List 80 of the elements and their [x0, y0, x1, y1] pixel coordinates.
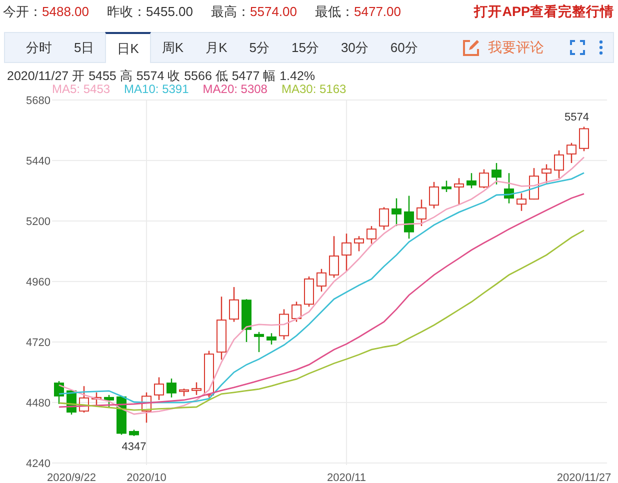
stat-label: 昨收：	[107, 4, 146, 19]
fullscreen-icon[interactable]	[570, 40, 585, 55]
candlestick	[79, 386, 89, 413]
candlestick	[342, 234, 352, 272]
period-tab[interactable]: 日K	[105, 32, 151, 63]
candlestick	[542, 164, 552, 184]
candlestick	[466, 173, 476, 188]
candlestick	[379, 207, 389, 230]
candle-info: 2020/11/27 开 5455 高 5574 收 5566 低 5477 幅 1.42%	[6, 68, 316, 83]
candlestick	[254, 332, 264, 352]
ma-legend: MA20: 5308	[202, 83, 268, 96]
period-tab[interactable]: 5日	[63, 32, 106, 61]
stat-value: 5488.00	[42, 4, 89, 19]
candlestick	[104, 394, 114, 408]
candlestick	[554, 150, 564, 178]
stat-label: 最高：	[211, 4, 250, 19]
x-axis-label: 2020/11	[327, 472, 366, 483]
candlestick	[192, 382, 202, 395]
y-axis-label: 5680	[26, 95, 50, 107]
candlestick	[404, 196, 414, 239]
ma-legend: MA5: 5453	[52, 83, 110, 96]
y-axis-label: 5440	[26, 156, 50, 168]
more-icon[interactable]	[599, 40, 603, 55]
x-axis-label: 2020/10	[126, 472, 166, 483]
candlestick	[304, 276, 314, 307]
candlestick	[354, 236, 364, 252]
candlestick	[216, 296, 226, 360]
candlestick	[454, 178, 464, 205]
candlestick	[366, 226, 376, 244]
y-axis-label: 4720	[26, 337, 50, 349]
candlestick	[479, 169, 489, 188]
x-axis-label: 2020/9/22	[47, 472, 96, 483]
candlestick	[292, 302, 302, 322]
candlestick	[229, 287, 239, 322]
candlestick	[442, 180, 452, 192]
edit-icon	[462, 38, 480, 56]
candlestick	[266, 333, 276, 345]
candlestick	[316, 268, 326, 292]
candlestick	[242, 299, 252, 342]
candlestick	[579, 126, 589, 152]
candlestick	[392, 198, 402, 226]
candlestick	[154, 377, 164, 400]
x-axis-label: 2020/11/27	[556, 472, 612, 483]
candlestick	[166, 378, 176, 398]
period-tab[interactable]: 30分	[330, 32, 380, 61]
open-app-link[interactable]: 打开APP查看完整行情	[474, 3, 614, 21]
price-annotation: 4347	[122, 441, 146, 454]
y-axis-label: 4240	[26, 458, 50, 470]
candlestick	[92, 392, 102, 406]
ma-legend: MA30: 5163	[281, 83, 346, 96]
candlestick	[492, 163, 502, 184]
candlestick	[329, 236, 339, 278]
period-tab[interactable]: 分时	[15, 32, 63, 61]
stat-label: 今开：	[3, 4, 42, 19]
stat-label: 最低：	[315, 4, 354, 19]
period-tab[interactable]: 5分	[238, 32, 280, 61]
candlestick	[279, 309, 289, 340]
candlestick	[142, 392, 152, 423]
y-axis-label: 4960	[26, 276, 50, 288]
candlestick	[179, 388, 189, 396]
y-axis-label: 5200	[26, 216, 50, 228]
stat-value: 5455.00	[146, 4, 193, 19]
ma-legend: MA10: 5391	[124, 83, 189, 96]
candlestick	[529, 168, 539, 200]
y-axis-label: 4480	[26, 398, 50, 410]
stat-value: 5574.00	[250, 4, 297, 19]
price-annotation: 5574	[564, 112, 589, 124]
period-tab[interactable]: 月K	[194, 32, 238, 61]
candlestick	[504, 173, 514, 204]
period-tab[interactable]: 15分	[280, 32, 330, 61]
candlestick	[129, 430, 139, 436]
candlestick	[416, 200, 426, 226]
period-tab[interactable]: 周K	[150, 32, 195, 61]
candlestick	[516, 193, 526, 211]
stat-value: 5477.00	[354, 4, 401, 19]
candlestick	[566, 142, 576, 164]
candlestick	[204, 350, 214, 398]
period-tab[interactable]: 60分	[379, 32, 429, 61]
candlestick	[54, 381, 64, 404]
candlestick	[429, 182, 439, 208]
